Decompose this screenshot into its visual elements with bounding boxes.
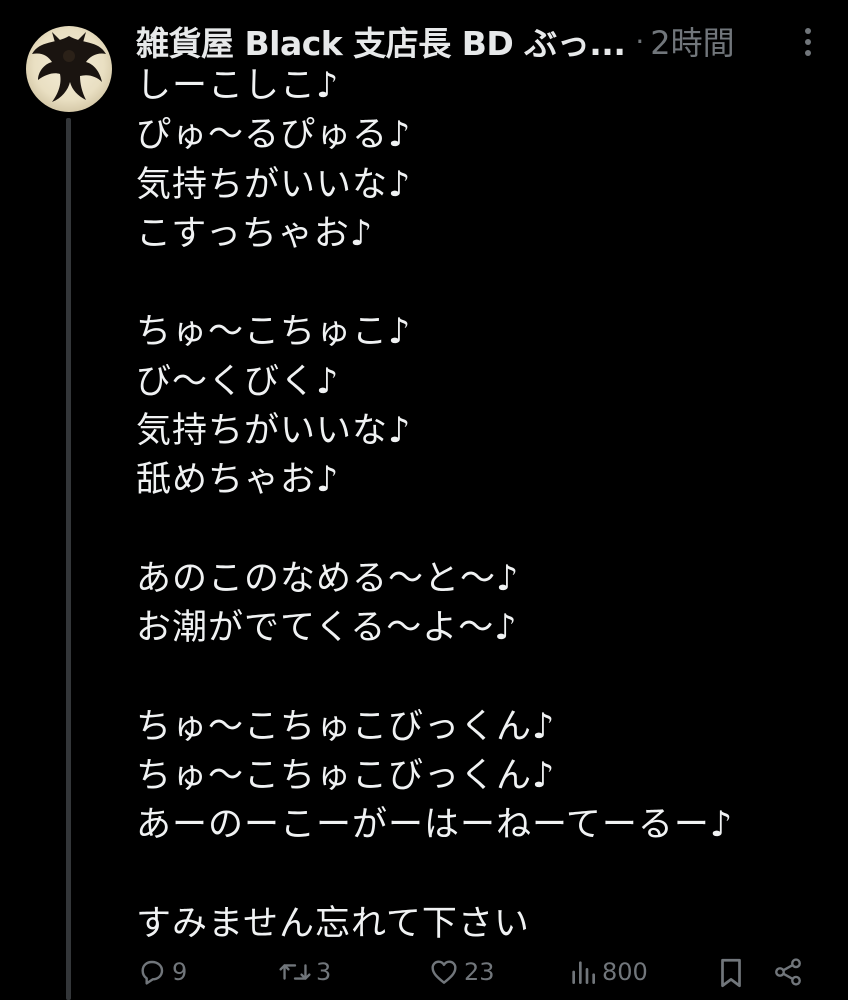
author-avatar[interactable] <box>26 26 112 112</box>
separator-dot: · <box>635 24 645 58</box>
thread-line <box>66 118 71 1000</box>
like-icon <box>428 956 460 988</box>
tweet-header: 雑貨屋 Black 支店長 BD ぶっ... · 2時間 <box>136 18 776 64</box>
repost-count: 3 <box>316 958 332 986</box>
like-button[interactable]: 23 <box>428 956 495 988</box>
repost-icon <box>278 956 312 988</box>
repost-button[interactable]: 3 <box>278 956 331 988</box>
reply-button[interactable]: 9 <box>136 956 187 988</box>
bookmark-button[interactable] <box>716 956 746 990</box>
views-count: 800 <box>602 958 648 986</box>
reply-count: 9 <box>172 958 188 986</box>
author-display-name[interactable]: 雑貨屋 Black 支店長 BD ぶっ... <box>136 17 626 65</box>
views-icon <box>568 956 598 988</box>
tweet-action-bar: 9 3 23 800 <box>136 950 816 998</box>
like-count: 23 <box>464 958 495 986</box>
views-button[interactable]: 800 <box>568 956 648 988</box>
tweet-body-text: しーこしこ♪ ぴゅ〜るぴゅる♪ 気持ちがいいな♪ こすっちゃお♪ ちゅ〜こちゅこ… <box>136 66 734 945</box>
bookmark-icon <box>716 956 746 990</box>
share-icon <box>772 956 804 988</box>
dark-winged-figure-avatar-icon <box>32 32 106 102</box>
reply-icon <box>136 956 168 988</box>
share-button[interactable] <box>772 956 804 988</box>
more-vertical-icon[interactable] <box>798 26 818 58</box>
tweet-timestamp[interactable]: 2時間 <box>650 18 734 64</box>
